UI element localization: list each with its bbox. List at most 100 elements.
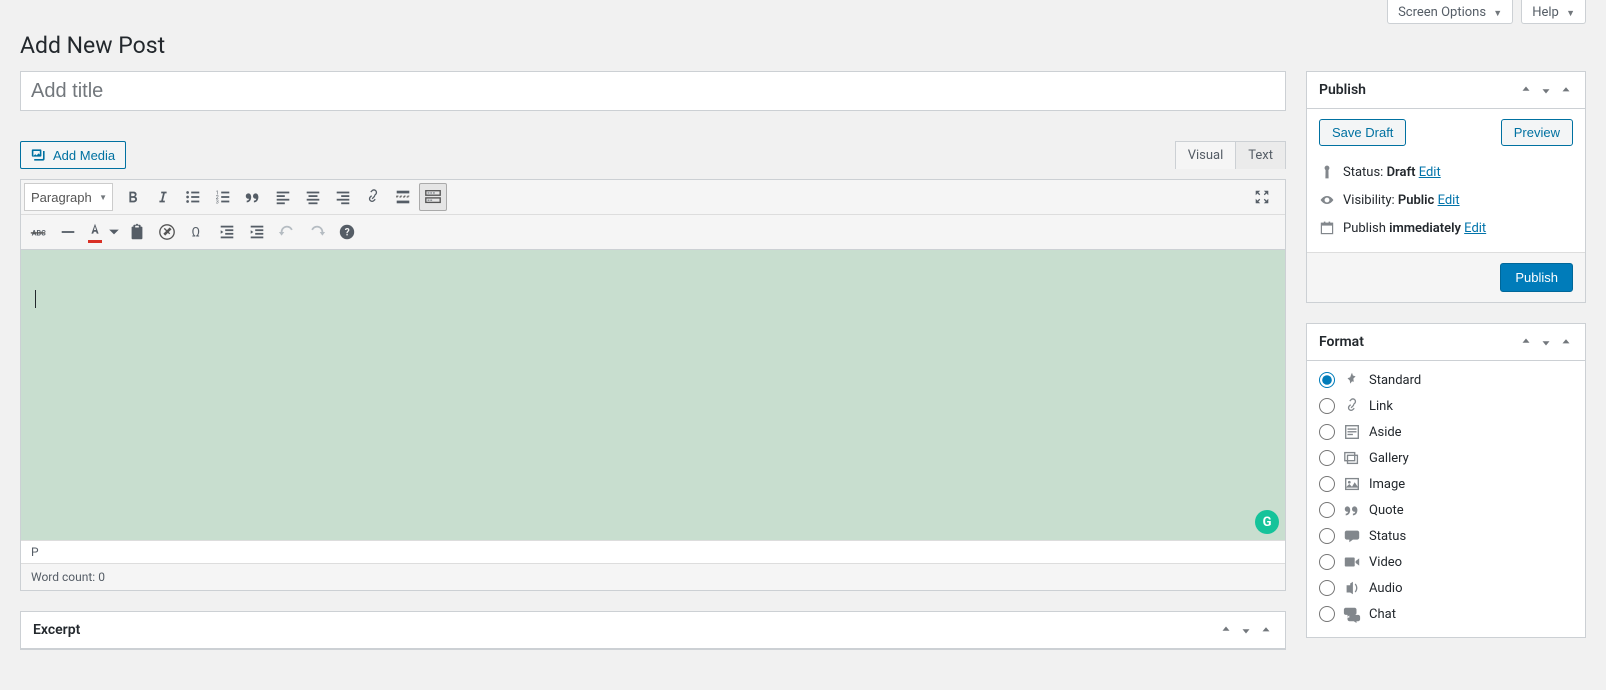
format-label: Aside — [1369, 425, 1402, 440]
format-radio[interactable] — [1319, 424, 1335, 440]
svg-text:Ω: Ω — [192, 226, 200, 241]
video-icon — [1343, 553, 1361, 571]
edit-visibility-link[interactable]: Edit — [1438, 193, 1460, 208]
format-label: Audio — [1369, 581, 1402, 596]
toggle-icon[interactable] — [1259, 623, 1273, 637]
align-left-button[interactable] — [269, 183, 297, 211]
visual-tab[interactable]: Visual — [1175, 141, 1237, 169]
word-count: Word count: 0 — [21, 563, 1285, 590]
add-media-button[interactable]: Add Media — [20, 141, 126, 169]
chevron-down-icon: ▼ — [1493, 9, 1502, 19]
eye-icon — [1319, 192, 1335, 208]
outdent-button[interactable] — [213, 218, 241, 246]
move-up-icon[interactable] — [1519, 83, 1533, 97]
svg-text:3: 3 — [216, 199, 219, 205]
format-option-status[interactable]: Status — [1319, 523, 1573, 549]
move-up-icon[interactable] — [1519, 335, 1533, 349]
screen-options-tab[interactable]: Screen Options ▼ — [1387, 0, 1513, 24]
excerpt-title: Excerpt — [33, 622, 80, 638]
text-color-dropdown[interactable] — [107, 218, 121, 246]
text-cursor — [35, 290, 36, 308]
move-down-icon[interactable] — [1539, 83, 1553, 97]
format-option-quote[interactable]: Quote — [1319, 497, 1573, 523]
format-option-chat[interactable]: Chat — [1319, 601, 1573, 627]
undo-button[interactable] — [273, 218, 301, 246]
save-draft-button[interactable]: Save Draft — [1319, 119, 1406, 146]
move-down-icon[interactable] — [1539, 335, 1553, 349]
move-down-icon[interactable] — [1239, 623, 1253, 637]
editor-container: Paragraph 123 ABC — [20, 179, 1286, 591]
text-color-button[interactable] — [84, 218, 106, 246]
align-center-button[interactable] — [299, 183, 327, 211]
move-up-icon[interactable] — [1219, 623, 1233, 637]
chat-icon — [1343, 605, 1361, 623]
redo-button[interactable] — [303, 218, 331, 246]
strikethrough-button[interactable]: ABC — [24, 218, 52, 246]
format-radio[interactable] — [1319, 580, 1335, 596]
svg-text:?: ? — [345, 228, 350, 239]
paste-text-button[interactable] — [123, 218, 151, 246]
format-metabox: Format StandardLink Aside GalleryImageQuot… — [1306, 323, 1586, 638]
bold-button[interactable] — [119, 183, 147, 211]
paragraph-format-select[interactable]: Paragraph — [24, 183, 113, 211]
toggle-icon[interactable] — [1559, 83, 1573, 97]
format-radio[interactable] — [1319, 502, 1335, 518]
format-option-audio[interactable]: Audio — [1319, 575, 1573, 601]
text-tab[interactable]: Text — [1235, 141, 1286, 169]
indent-button[interactable] — [243, 218, 271, 246]
format-option-gallery[interactable]: Gallery — [1319, 445, 1573, 471]
link-icon — [1343, 397, 1361, 415]
visibility-row: Visibility: Public Edit — [1319, 186, 1573, 214]
italic-button[interactable] — [149, 183, 177, 211]
edit-status-link[interactable]: Edit — [1419, 165, 1441, 180]
format-radio[interactable] — [1319, 528, 1335, 544]
preview-button[interactable]: Preview — [1501, 119, 1573, 146]
aside-icon — [1343, 423, 1361, 441]
post-content-editor[interactable]: G — [21, 250, 1285, 540]
format-option-standard[interactable]: Standard — [1319, 367, 1573, 393]
format-radio[interactable] — [1319, 606, 1335, 622]
format-option-link[interactable]: Link — [1319, 393, 1573, 419]
numbered-list-button[interactable]: 123 — [209, 183, 237, 211]
image-icon — [1343, 475, 1361, 493]
edit-date-link[interactable]: Edit — [1464, 221, 1486, 236]
format-title: Format — [1319, 334, 1364, 350]
gallery-icon — [1343, 449, 1361, 467]
clear-formatting-button[interactable] — [153, 218, 181, 246]
format-radio[interactable] — [1319, 372, 1335, 388]
excerpt-metabox: Excerpt — [20, 611, 1286, 650]
format-radio[interactable] — [1319, 476, 1335, 492]
format-radio[interactable] — [1319, 450, 1335, 466]
special-char-button[interactable]: Ω — [183, 218, 211, 246]
help-tab[interactable]: Help ▼ — [1521, 0, 1586, 24]
toggle-icon[interactable] — [1559, 335, 1573, 349]
publish-title: Publish — [1319, 82, 1366, 98]
grammarly-icon[interactable]: G — [1255, 510, 1279, 534]
pin-icon — [1343, 371, 1361, 389]
publish-button[interactable]: Publish — [1500, 263, 1573, 292]
toolbar-toggle-button[interactable] — [419, 183, 447, 211]
format-option-video[interactable]: Video — [1319, 549, 1573, 575]
status-row: Status: Draft Edit — [1319, 158, 1573, 186]
format-radio[interactable] — [1319, 398, 1335, 414]
link-button[interactable] — [359, 183, 387, 211]
media-icon — [31, 147, 47, 163]
format-option-image[interactable]: Image — [1319, 471, 1573, 497]
publish-metabox: Publish Save Draft Preview Status: Draft — [1306, 71, 1586, 303]
format-label: Video — [1369, 555, 1402, 570]
post-title-input[interactable] — [20, 71, 1286, 111]
hr-button[interactable] — [54, 218, 82, 246]
distraction-free-button[interactable] — [1248, 183, 1276, 211]
quote-icon — [1343, 501, 1361, 519]
blockquote-button[interactable] — [239, 183, 267, 211]
format-radio[interactable] — [1319, 554, 1335, 570]
page-title: Add New Post — [20, 32, 1586, 71]
readmore-button[interactable] — [389, 183, 417, 211]
help-button[interactable]: ? — [333, 218, 361, 246]
format-option-aside[interactable]: Aside — [1319, 419, 1573, 445]
help-label: Help — [1532, 5, 1559, 20]
bullet-list-button[interactable] — [179, 183, 207, 211]
format-label: Chat — [1369, 607, 1396, 622]
align-right-button[interactable] — [329, 183, 357, 211]
format-label: Status — [1369, 529, 1406, 544]
